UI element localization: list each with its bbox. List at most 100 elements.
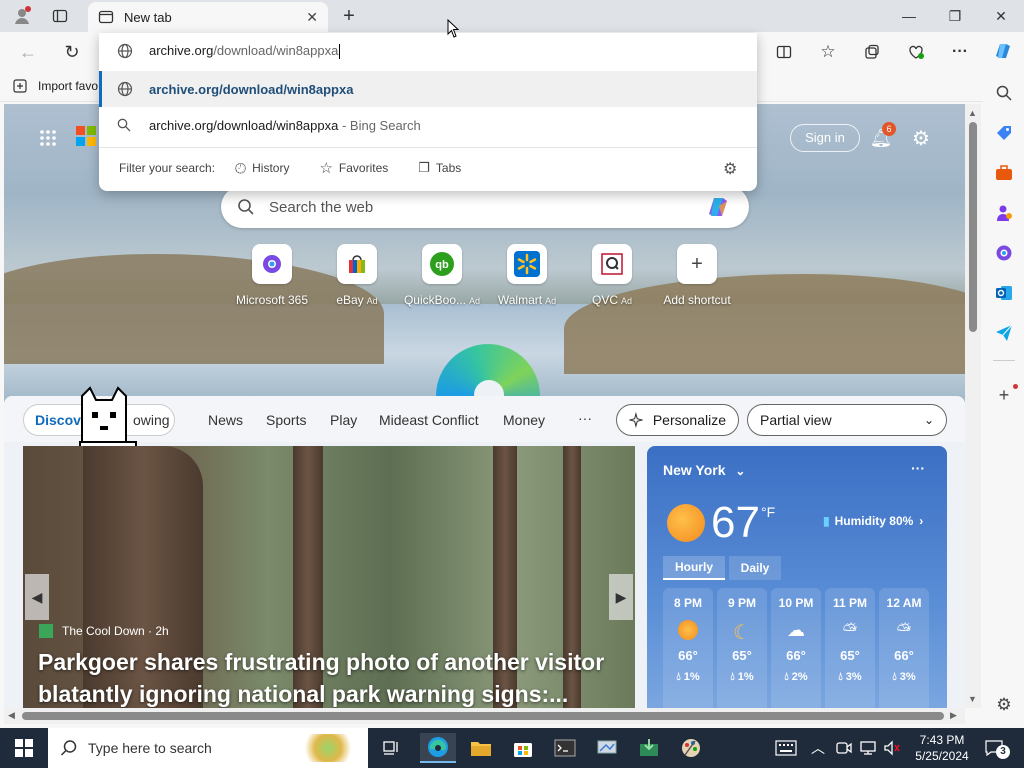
- hourly-forecast-item[interactable]: 12 AM ⛅︎ 66° 💧︎ 3%: [879, 588, 929, 708]
- volume-muted-icon[interactable]: [880, 733, 904, 763]
- browser-essentials-icon[interactable]: [905, 40, 927, 64]
- sign-in-button[interactable]: Sign in: [790, 124, 860, 152]
- h-scroll-thumb[interactable]: [22, 712, 944, 720]
- page-settings-gear-icon[interactable]: ⚙: [909, 126, 933, 150]
- back-button[interactable]: ←: [16, 40, 40, 64]
- more-tabs-button[interactable]: ···: [578, 410, 592, 426]
- microsoft-store-icon[interactable]: [505, 733, 541, 763]
- article-headline[interactable]: Parkgoer shares frustrating photo of ano…: [38, 646, 628, 708]
- apps-grid-icon[interactable]: [38, 128, 58, 148]
- filter-history[interactable]: 🕘︎ History: [235, 160, 289, 177]
- close-tab-icon[interactable]: ✕: [306, 9, 318, 26]
- scroll-left-arrow[interactable]: ◀: [8, 710, 15, 721]
- telegram-send-icon[interactable]: [993, 322, 1015, 344]
- personalize-button[interactable]: Personalize: [616, 404, 739, 436]
- terminal-icon[interactable]: [547, 733, 583, 763]
- shortcut-walmart[interactable]: Walmart Ad: [484, 244, 570, 307]
- shopping-tag-icon[interactable]: [993, 122, 1015, 144]
- add-sidebar-app-icon[interactable]: +: [993, 384, 1018, 406]
- microsoft-365-sidebar-icon[interactable]: [993, 242, 1015, 264]
- scroll-up-arrow[interactable]: ▲: [968, 108, 977, 118]
- scroll-thumb[interactable]: [969, 122, 977, 332]
- tab-new-tab[interactable]: New tab ✕: [88, 2, 328, 32]
- outlook-icon[interactable]: [993, 282, 1015, 304]
- weather-card[interactable]: New York ⌄ ··· 67 °F ▮ Humidity 80% › Ho…: [647, 446, 947, 708]
- sidebar-search-icon[interactable]: [993, 82, 1015, 104]
- meet-now-icon[interactable]: [832, 733, 856, 763]
- carousel-next-button[interactable]: ▶: [609, 574, 633, 620]
- view-mode-select[interactable]: Partial view ⌄: [747, 404, 947, 436]
- web-search-box[interactable]: Search the web: [221, 186, 749, 228]
- hourly-forecast-item[interactable]: 11 PM ⛅︎ 65° 💧︎ 3%: [825, 588, 875, 708]
- hourly-forecast-item[interactable]: 10 PM ☁ 66° 💧︎ 2%: [771, 588, 821, 708]
- more-menu-icon[interactable]: ···: [949, 40, 971, 64]
- close-window-button[interactable]: ✕: [978, 0, 1024, 32]
- tab-hourly[interactable]: Hourly: [663, 556, 725, 580]
- ebay-icon: [337, 244, 377, 284]
- new-tab-page: Sign in 🔔︎ 6 ⚙ Search the web Microsoft …: [4, 104, 965, 708]
- weather-location[interactable]: New York ⌄: [663, 462, 745, 478]
- notifications-bell-icon[interactable]: 🔔︎ 6: [870, 122, 896, 150]
- minimize-button[interactable]: —: [886, 0, 932, 32]
- network-app-icon[interactable]: [589, 733, 625, 763]
- hourly-forecast-item[interactable]: 8 PM 66° 💧︎ 1%: [663, 588, 713, 708]
- raindrop-icon: 💧︎: [730, 671, 735, 683]
- games-icon[interactable]: [993, 202, 1015, 224]
- tab-mideast-conflict[interactable]: Mideast Conflict: [379, 412, 479, 428]
- paint-app-icon[interactable]: [673, 733, 709, 763]
- taskbar-clock[interactable]: 7:43 PM 5/25/2024: [912, 732, 972, 764]
- filter-favorites[interactable]: ☆ Favorites: [319, 159, 388, 177]
- profile-avatar[interactable]: [10, 5, 34, 27]
- tab-daily[interactable]: Daily: [729, 556, 781, 580]
- scroll-right-arrow[interactable]: ▶: [950, 710, 957, 721]
- language-keyboard-icon[interactable]: [768, 733, 804, 763]
- network-icon[interactable]: [856, 733, 880, 763]
- search-settings-gear-icon[interactable]: ⚙: [723, 159, 737, 179]
- tools-briefcase-icon[interactable]: [993, 162, 1015, 184]
- article-card[interactable]: ◀ ▶ The Cool Down · 2h Parkgoer shares f…: [23, 446, 635, 708]
- collections-icon[interactable]: [861, 40, 883, 64]
- shortcut-microsoft-365[interactable]: Microsoft 365: [229, 244, 315, 307]
- file-explorer-icon[interactable]: [463, 733, 499, 763]
- taskbar-search-box[interactable]: Type here to search: [48, 728, 368, 768]
- ad-label: Ad: [366, 296, 378, 306]
- address-bar[interactable]: archive.org/download/win8appxa: [99, 33, 757, 69]
- favorites-star-icon[interactable]: ☆: [817, 40, 839, 64]
- new-tab-button[interactable]: +: [338, 4, 360, 28]
- restore-button[interactable]: ❐: [932, 0, 978, 32]
- show-hidden-icons-chevron[interactable]: ︿: [808, 733, 828, 763]
- new-tab-icon: [98, 10, 114, 24]
- suggestion-engine-text: - Bing Search: [338, 117, 421, 133]
- shortcut-quickbooks[interactable]: qb QuickBoo... Ad: [399, 244, 485, 307]
- shortcut-qvc[interactable]: QVC Ad: [569, 244, 655, 307]
- tab-news[interactable]: News: [208, 412, 243, 428]
- tab-money[interactable]: Money: [503, 412, 545, 428]
- carousel-prev-button[interactable]: ◀: [25, 574, 49, 620]
- tab-sports[interactable]: Sports: [266, 412, 306, 428]
- hourly-forecast-item[interactable]: 9 PM ☾ 65° 💧︎ 1%: [717, 588, 767, 708]
- action-center-icon[interactable]: 3: [980, 733, 1010, 763]
- filter-tabs[interactable]: ❐ Tabs: [418, 160, 461, 176]
- download-app-icon[interactable]: [631, 733, 667, 763]
- shortcut-ebay[interactable]: eBay Ad: [314, 244, 400, 307]
- humidity-link[interactable]: ▮ Humidity 80% ›: [823, 514, 923, 528]
- sidebar-settings-gear-icon[interactable]: ⚙: [993, 694, 1015, 716]
- tab-actions-icon[interactable]: [48, 5, 72, 27]
- hour-temp: 66°: [894, 648, 914, 663]
- scroll-down-arrow[interactable]: ▼: [968, 694, 977, 704]
- split-screen-icon[interactable]: [773, 40, 795, 64]
- start-button[interactable]: [6, 733, 42, 763]
- tab-play[interactable]: Play: [330, 412, 357, 428]
- vertical-scrollbar[interactable]: ▲ ▼: [965, 104, 981, 708]
- weather-more-icon[interactable]: ···: [911, 460, 925, 476]
- horizontal-scrollbar[interactable]: ◀ ▶: [4, 708, 965, 724]
- edge-taskbar-icon[interactable]: [420, 733, 456, 763]
- copilot-icon[interactable]: [990, 38, 1016, 64]
- add-shortcut-button[interactable]: + Add shortcut: [654, 244, 740, 307]
- copilot-search-icon[interactable]: [703, 192, 733, 222]
- suggestion-url[interactable]: archive.org/download/win8appxa: [99, 71, 757, 107]
- import-favorites-link[interactable]: Import favo: [12, 78, 98, 94]
- refresh-button[interactable]: ↻: [60, 40, 84, 64]
- suggestion-bing-search[interactable]: archive.org/download/win8appxa - Bing Se…: [99, 107, 757, 143]
- task-view-icon[interactable]: [374, 733, 410, 763]
